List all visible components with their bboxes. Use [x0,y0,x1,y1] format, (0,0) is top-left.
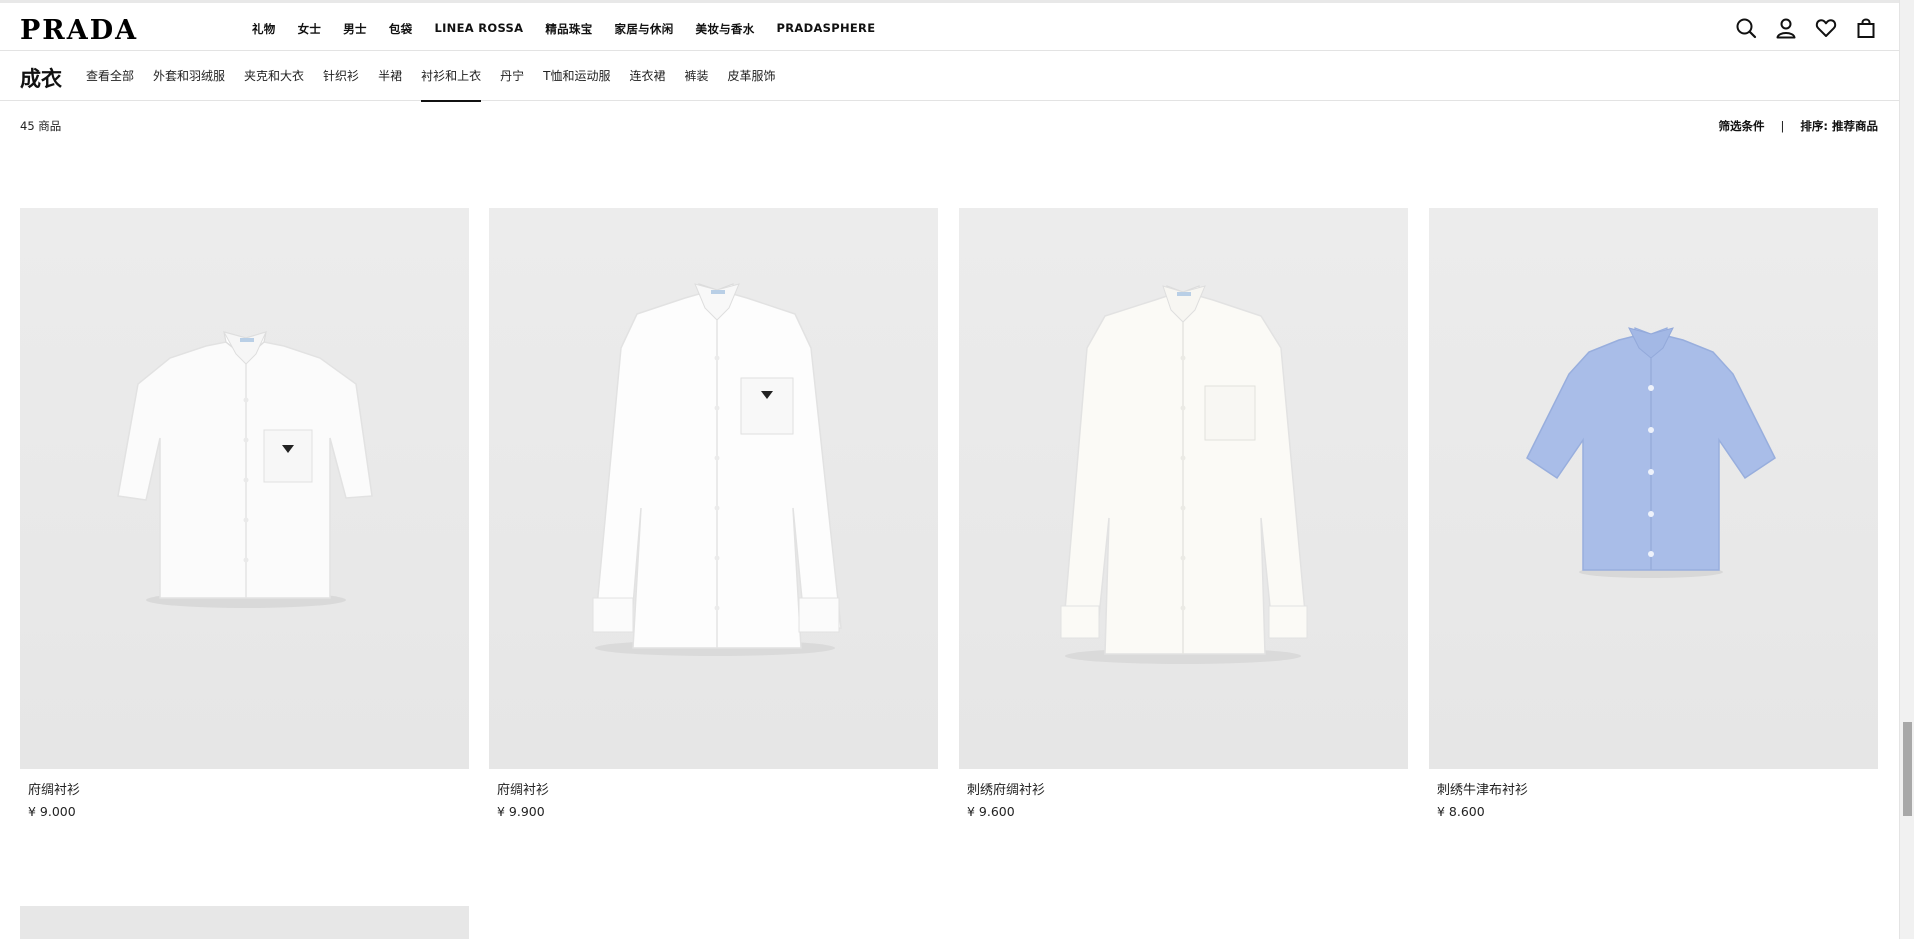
nav-item-home-leisure[interactable]: 家居与休闲 [615,21,674,37]
product-name[interactable]: 刺绣牛津布衬衫 [1437,779,1878,798]
account-icon[interactable] [1775,17,1797,39]
product-price: ¥ 9.600 [967,804,1015,819]
page: PRADA 礼物 女士 男士 包袋 LINEA ROSSA 精品珠宝 家居与休闲… [0,0,1899,939]
product-name[interactable]: 刺绣府绸衬衫 [967,779,1408,798]
subnav-item-tshirts-sweatshirts[interactable]: T恤和运动服 [543,51,610,101]
subnav-item-view-all[interactable]: 查看全部 [86,51,134,101]
subnav-item-shirts-tops[interactable]: 衬衫和上衣 [421,51,482,102]
prada-logo[interactable]: PRADA [20,15,138,46]
product-name[interactable]: 府绸衬衫 [28,779,469,798]
tools-divider: | [1780,119,1785,133]
product-image-off-white-long-sleeve-shirt[interactable] [959,208,1408,769]
category-bar: 成衣 查看全部 外套和羽绒服 夹克和大衣 针织衫 半裙 衬衫和上衣 丹宁 T恤和… [0,51,1899,102]
nav-item-linea-rossa[interactable]: LINEA ROSSA [434,21,523,37]
product-card-next-row[interactable] [20,906,469,939]
product-image-white-long-sleeve-shirt[interactable] [489,208,938,769]
wishlist-heart-icon[interactable] [1815,17,1837,39]
results-bar: 45 商品 筛选条件 | 排序: 推荐商品 [20,118,1878,134]
subnav-item-leather[interactable]: 皮革服饰 [727,51,775,101]
sort-button[interactable]: 排序: 推荐商品 [1800,118,1878,134]
nav-item-gifts[interactable]: 礼物 [252,21,276,37]
subnav-item-skirts[interactable]: 半裙 [378,51,402,101]
product-image-white-short-sleeve-shirt[interactable] [20,208,469,769]
nav-item-bags[interactable]: 包袋 [389,21,413,37]
top-header: PRADA 礼物 女士 男士 包袋 LINEA ROSSA 精品珠宝 家居与休闲… [0,0,1899,51]
subnav-item-dresses[interactable]: 连衣裙 [629,51,665,101]
results-count: 45 商品 [20,119,62,133]
nav-item-men[interactable]: 男士 [343,21,367,37]
nav-item-women[interactable]: 女士 [298,21,322,37]
subnav-item-knitwear[interactable]: 针织衫 [323,51,359,101]
results-tools: 筛选条件 | 排序: 推荐商品 [1719,118,1878,134]
subnav-item-jackets-coats[interactable]: 夹克和大衣 [244,51,304,101]
scrollbar-thumb[interactable] [1903,722,1912,816]
search-icon[interactable] [1735,17,1757,39]
shopping-bag-icon[interactable] [1855,17,1877,39]
nav-item-fine-jewelry[interactable]: 精品珠宝 [545,21,592,37]
product-price: ¥ 9.900 [497,804,545,819]
page-scrollbar[interactable] [1899,0,1914,939]
product-price: ¥ 8.600 [1437,804,1485,819]
product-card[interactable]: 府绸衬衫 ¥ 9.900 [489,208,938,819]
subnav-item-outerwear[interactable]: 外套和羽绒服 [153,51,225,101]
product-price: ¥ 9.000 [28,804,76,819]
subnav-item-denim[interactable]: 丹宁 [500,51,524,101]
product-card[interactable]: 刺绣牛津布衬衫 ¥ 8.600 [1429,208,1878,819]
product-card[interactable]: 府绸衬衫 ¥ 9.000 [20,208,469,819]
section-title: 成衣 [20,67,62,91]
product-card[interactable]: 刺绣府绸衬衫 ¥ 9.600 [959,208,1408,819]
main-nav: 礼物 女士 男士 包袋 LINEA ROSSA 精品珠宝 家居与休闲 美妆与香水… [252,21,897,37]
header-icons [1735,17,1877,39]
nav-item-beauty-fragrance[interactable]: 美妆与香水 [696,21,755,37]
subnav-item-trousers[interactable]: 裤装 [684,51,708,101]
product-image-light-blue-short-sleeve-shirt[interactable] [1429,208,1878,769]
category-subnav: 查看全部 外套和羽绒服 夹克和大衣 针织衫 半裙 衬衫和上衣 丹宁 T恤和运动服… [86,51,795,102]
product-name[interactable]: 府绸衬衫 [497,779,938,798]
filter-button[interactable]: 筛选条件 [1719,118,1765,134]
nav-item-pradasphere[interactable]: PRADASPHERE [777,21,876,37]
